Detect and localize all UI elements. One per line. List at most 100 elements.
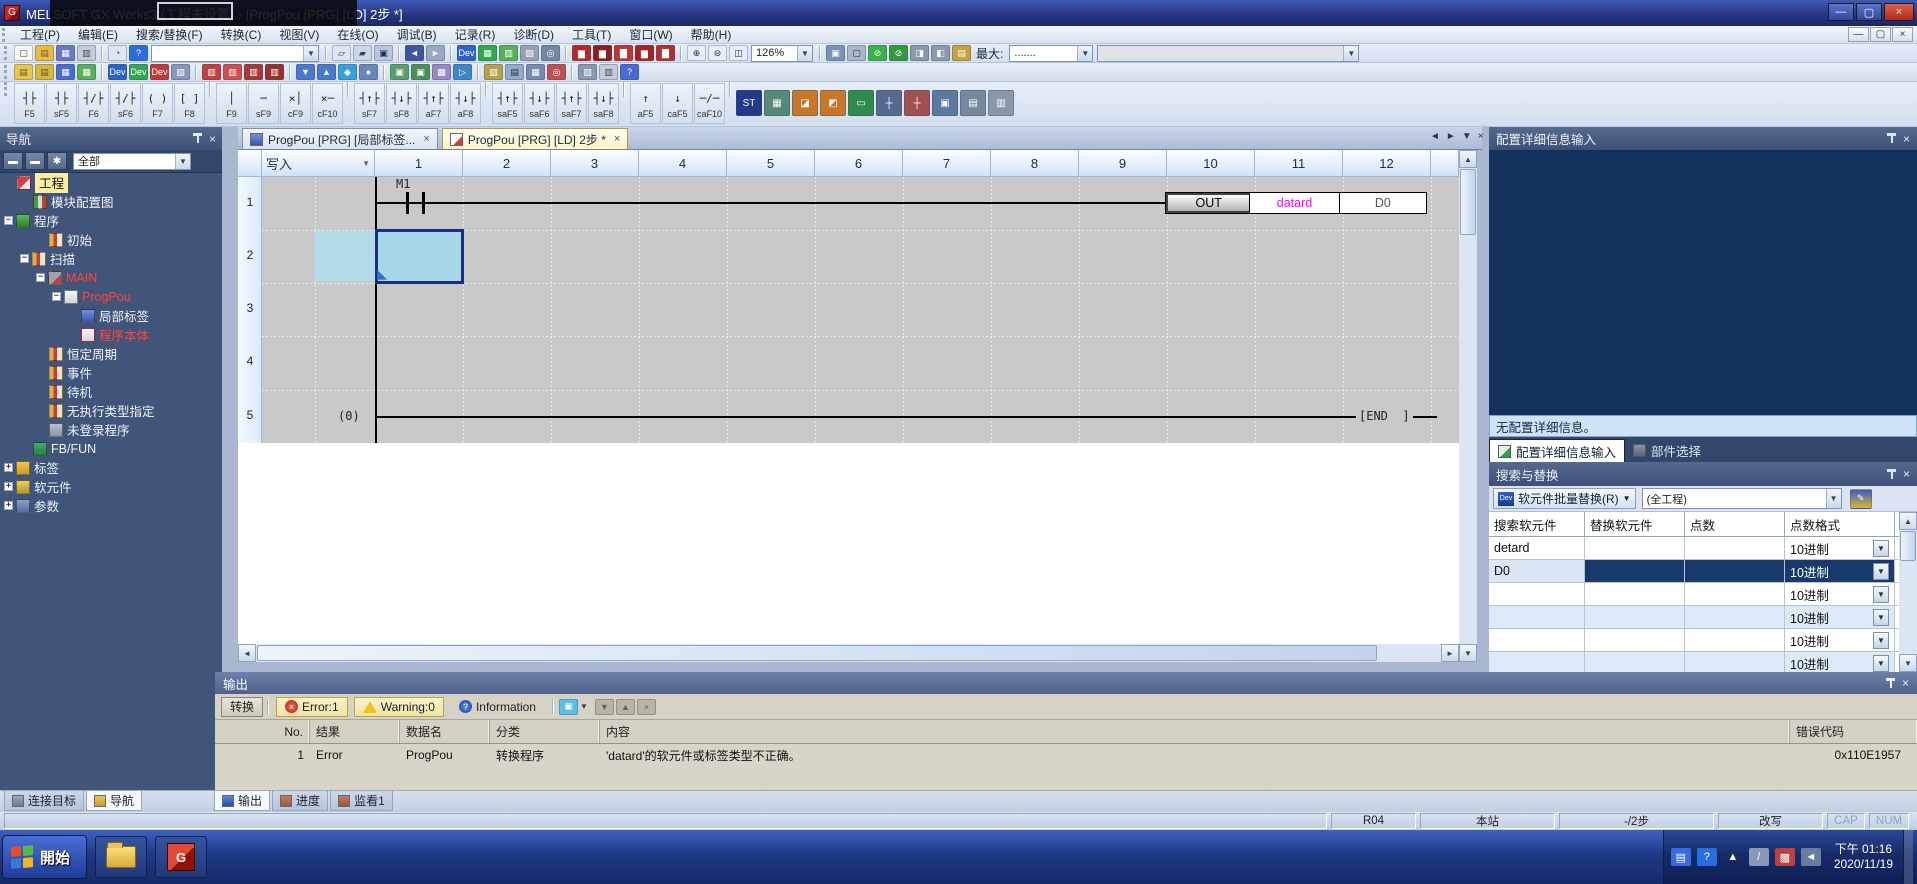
copy-icon[interactable]: ▰ xyxy=(353,45,372,61)
expand-icon[interactable]: + xyxy=(4,482,13,491)
ladder-symbol-saf8-button[interactable]: ┤↓├saF8 xyxy=(588,83,619,124)
menu-item[interactable]: 视图(V) xyxy=(270,25,328,44)
device-comment-icon[interactable]: Dev xyxy=(457,45,476,61)
document-tab[interactable]: ProgPou [PRG] [LD] 2步 *× xyxy=(442,128,629,149)
panel-tab-部件选择[interactable]: 部件选择 xyxy=(1625,439,1709,462)
collapse-all-icon[interactable]: ▬ xyxy=(3,152,23,170)
tree-item-扫描[interactable]: −扫描 xyxy=(0,249,222,268)
ladder-symbol-cf9-button[interactable]: ×│cF9 xyxy=(280,83,311,124)
close-panel-icon[interactable]: × xyxy=(1903,468,1910,480)
project-combo[interactable]: ▼ xyxy=(151,45,319,62)
convert-button[interactable]: 转换 xyxy=(221,697,263,717)
zoom-in-icon[interactable]: ⊕ xyxy=(687,45,706,61)
step-run-icon[interactable]: ◨ xyxy=(910,45,929,61)
check-parameter-icon[interactable]: ⊘ xyxy=(889,45,908,61)
mdi-close-button[interactable]: × xyxy=(1892,27,1913,42)
tree-item-待机[interactable]: 待机 xyxy=(0,382,222,401)
tab-close-icon[interactable]: × xyxy=(614,133,620,145)
tree-item-事件[interactable]: 事件 xyxy=(0,363,222,382)
menu-item[interactable]: 工具(T) xyxy=(563,25,620,44)
points-cell[interactable] xyxy=(1685,583,1785,605)
tree-item-标签[interactable]: +标签 xyxy=(0,458,222,477)
search-replace-row[interactable]: 10进制▼ xyxy=(1489,629,1899,652)
ladder-write-icon[interactable]: ▥ xyxy=(223,64,242,80)
zoom-fit-icon[interactable]: ◫ xyxy=(729,45,748,61)
online-write-icon[interactable]: ▲ xyxy=(317,64,336,80)
prj-save-icon[interactable]: ▤ xyxy=(35,64,54,80)
tab-scroll-left-icon[interactable]: ◄ xyxy=(1430,131,1440,142)
help-icon[interactable]: ? xyxy=(129,45,148,61)
scroll-up-icon[interactable]: ▲ xyxy=(1899,512,1917,530)
ladder-insert-icon[interactable]: ◩ xyxy=(820,90,846,116)
maximize-button[interactable]: ▢ xyxy=(1856,3,1882,21)
dev-compare-icon[interactable]: Dev xyxy=(129,64,148,80)
search-replace-row[interactable]: 10进制▼ xyxy=(1489,583,1899,606)
close-button[interactable]: × xyxy=(1884,3,1914,21)
ladder-symbol-af7-button[interactable]: ┤↑├aF7 xyxy=(418,83,449,124)
tree-item-FB/FUN[interactable]: FB/FUN xyxy=(0,439,222,458)
ladder-symbol-caf10-button[interactable]: ─/─caF10 xyxy=(694,83,725,124)
collapse-icon[interactable]: − xyxy=(4,216,13,225)
tree-item-MAIN[interactable]: −MAIN xyxy=(0,268,222,287)
points-format-cell[interactable]: 10进制▼ xyxy=(1785,652,1895,672)
next-error-icon[interactable]: ▲ xyxy=(616,699,635,715)
tree-item-恒定周期[interactable]: 恒定周期 xyxy=(0,344,222,363)
remote-icon[interactable]: ● xyxy=(359,64,378,80)
ladder-verify-icon[interactable]: ▥ xyxy=(265,64,284,80)
close-panel-icon[interactable]: × xyxy=(1902,677,1909,689)
taskbar-clock[interactable]: 下午 01:16 2020/11/19 xyxy=(1834,842,1893,872)
pin-icon[interactable] xyxy=(192,132,203,145)
replace-device-cell[interactable] xyxy=(1585,606,1685,628)
cross-reference-icon[interactable]: ▨ xyxy=(484,64,503,80)
memory-icon[interactable]: ▦ xyxy=(526,64,545,80)
tree-item-局部标签[interactable]: 局部标签 xyxy=(0,306,222,325)
reference-icon[interactable]: ▤ xyxy=(952,45,971,61)
check-program-icon[interactable]: ⊘ xyxy=(868,45,887,61)
ladder-symbol-saf7-button[interactable]: ┤↑├saF7 xyxy=(556,83,587,124)
mdi-minimize-button[interactable]: — xyxy=(1848,27,1869,42)
warning-filter-button[interactable]: Warning:0 xyxy=(354,697,444,717)
align-ladder-icon[interactable]: ▥ xyxy=(988,90,1014,116)
close-panel-icon[interactable]: × xyxy=(1903,133,1910,145)
chevron-up-icon[interactable]: ▲ xyxy=(1723,848,1743,866)
format-dropdown-icon[interactable]: ▼ xyxy=(1873,632,1889,649)
editor-right-splitter[interactable] xyxy=(1477,127,1489,672)
module-config-toolbar-icon[interactable]: ▆ xyxy=(572,45,591,61)
menu-item[interactable]: 记录(R) xyxy=(446,25,505,44)
close-panel-icon[interactable]: × xyxy=(209,133,216,145)
cut-icon[interactable]: ▱ xyxy=(332,45,351,61)
tree-item-无执行类型指定[interactable]: 无执行类型指定 xyxy=(0,401,222,420)
edit-mode-combo[interactable]: 写入 ▼ xyxy=(262,150,375,177)
zoom-out-icon[interactable]: ⊖ xyxy=(708,45,727,61)
collapse-icon[interactable]: − xyxy=(52,292,61,301)
save-icon[interactable]: ▦ xyxy=(56,45,75,61)
ladder-symbol-saf5-button[interactable]: ┤↑├saF5 xyxy=(492,83,523,124)
menu-item[interactable]: 在线(O) xyxy=(328,25,387,44)
tree-item-初始[interactable]: 初始 xyxy=(0,230,222,249)
points-format-cell[interactable]: 10进制▼ xyxy=(1785,537,1895,559)
help2-icon[interactable]: ? xyxy=(620,64,639,80)
out-mnemonic[interactable]: OUT xyxy=(1166,193,1250,213)
device-use-icon[interactable]: ▤ xyxy=(505,64,524,80)
find-device-cell[interactable] xyxy=(1489,583,1585,605)
bottom-tab-进度[interactable]: 进度 xyxy=(272,791,328,811)
tab-list-icon[interactable]: ▼ xyxy=(1462,131,1472,142)
find-device-cell[interactable]: D0 xyxy=(1489,560,1585,582)
format-dropdown-icon[interactable]: ▼ xyxy=(1873,563,1889,580)
mdi-restore-button[interactable]: ▢ xyxy=(1870,27,1891,42)
format-dropdown-icon[interactable]: ▼ xyxy=(1873,609,1889,626)
ladder-symbol-f7-button[interactable]: ( )F7 xyxy=(142,83,173,124)
pin-icon[interactable] xyxy=(1886,132,1897,145)
online-verify-icon[interactable]: ◆ xyxy=(338,64,357,80)
device-input-icon[interactable]: ▣ xyxy=(932,90,958,116)
replace-device-cell[interactable] xyxy=(1585,583,1685,605)
monitor-start-icon[interactable]: ▣ xyxy=(826,45,845,61)
prj-tree-icon[interactable]: ▤ xyxy=(14,64,33,80)
find-device-cell[interactable]: detard xyxy=(1489,537,1585,559)
volume-icon[interactable]: ◄ xyxy=(1801,848,1821,866)
output-error-row[interactable]: 1 Error ProgPou 转换程序 'datard'的软元件或标签类型不正… xyxy=(215,744,1917,766)
points-cell[interactable] xyxy=(1685,629,1785,651)
ladder-symbol-f5-button[interactable]: ┤├F5 xyxy=(14,83,45,124)
scroll-down-icon[interactable]: ▼ xyxy=(1899,654,1917,672)
bottom-tab-导航[interactable]: 导航 xyxy=(86,791,142,811)
